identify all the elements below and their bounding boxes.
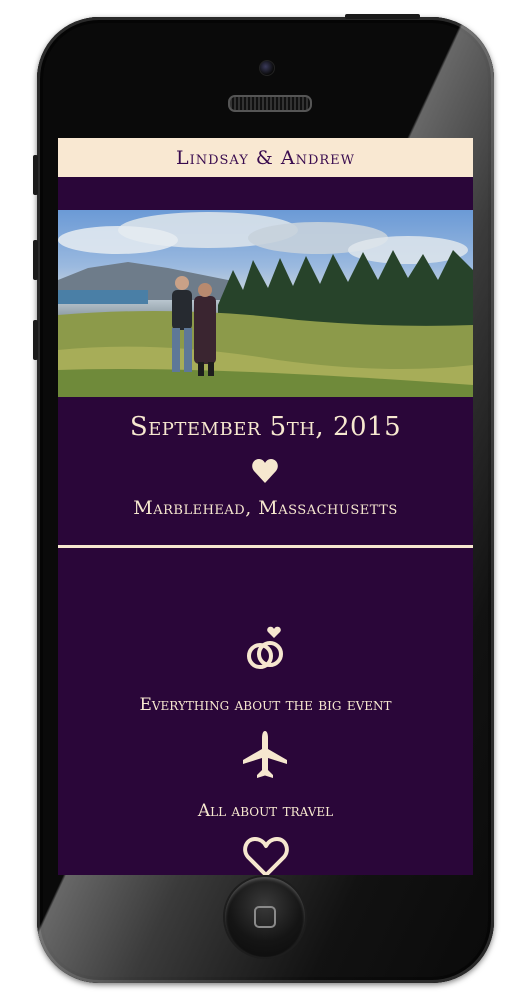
earpiece-speaker: [228, 95, 312, 112]
section-divider: [58, 545, 473, 548]
couple-photo: [58, 210, 473, 397]
site-title[interactable]: Lindsay & Andrew: [176, 147, 355, 169]
home-square-icon: [254, 906, 276, 928]
heart-outline-icon[interactable]: [242, 835, 290, 875]
landscape-illustration: [58, 212, 473, 397]
wedding-location: Marblehead, Massachusetts: [133, 497, 398, 519]
airplane-icon[interactable]: [241, 730, 289, 780]
nav-link-big-event[interactable]: Everything about the big event: [58, 695, 473, 715]
header-bar: Lindsay & Andrew: [58, 138, 473, 177]
mute-switch: [33, 155, 38, 195]
rings-icon[interactable]: [241, 626, 289, 674]
volume-up-button: [33, 240, 38, 280]
app-screen: Lindsay & Andrew September 5th, 2015 Mar…: [58, 138, 473, 875]
heart-icon: [252, 459, 278, 483]
wedding-date: September 5th, 2015: [129, 412, 402, 442]
power-button: [345, 14, 420, 19]
home-button[interactable]: [225, 877, 305, 957]
nav-link-travel[interactable]: All about travel: [58, 801, 473, 821]
volume-down-button: [33, 320, 38, 360]
front-camera: [259, 60, 275, 76]
